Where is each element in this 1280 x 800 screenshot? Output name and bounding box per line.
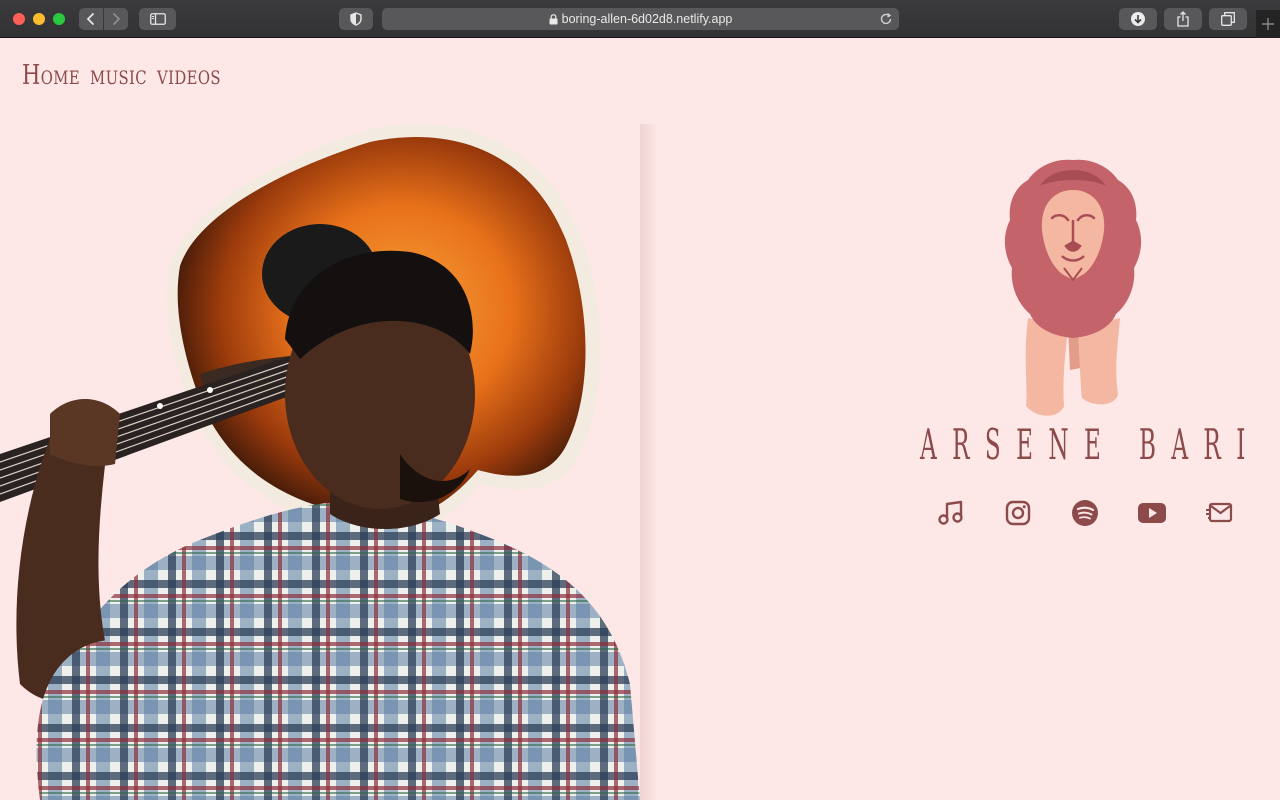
shield-icon	[350, 12, 362, 26]
instagram-link[interactable]	[1003, 498, 1033, 528]
tab-overview-button[interactable]	[1209, 8, 1247, 30]
artist-name: ARSENE BARI	[920, 420, 1261, 469]
lion-logo	[1004, 159, 1142, 416]
address-bar[interactable]: boring-allen-6d02d8.netlify.app	[382, 8, 899, 30]
main-nav: Home music videos	[22, 60, 239, 91]
youtube-icon	[1138, 503, 1166, 523]
forward-button[interactable]	[104, 8, 128, 30]
forward-icon	[113, 13, 121, 25]
privacy-report-button[interactable]	[339, 8, 373, 30]
sidebar-button[interactable]	[139, 8, 176, 30]
minimize-window-button[interactable]	[33, 13, 45, 25]
back-icon	[86, 13, 94, 25]
youtube-link[interactable]	[1137, 498, 1167, 528]
share-icon	[1177, 11, 1189, 27]
tabs-icon	[1221, 12, 1235, 26]
spotify-link[interactable]	[1070, 498, 1100, 528]
new-tab-button[interactable]	[1256, 10, 1280, 38]
spotify-icon	[1072, 500, 1098, 526]
social-links	[936, 498, 1234, 528]
url-text: boring-allen-6d02d8.netlify.app	[561, 12, 733, 26]
nav-music-link[interactable]: music	[90, 60, 147, 91]
share-button[interactable]	[1164, 8, 1202, 30]
nav-home-link[interactable]: Home	[22, 60, 80, 91]
sidebar-icon	[149, 13, 166, 25]
webpage: Home music videos ARSENE BARI	[0, 38, 1280, 800]
music-note-icon	[938, 500, 963, 525]
back-button[interactable]	[79, 8, 103, 30]
lock-icon	[549, 13, 558, 24]
browser-toolbar: boring-allen-6d02d8.netlify.app	[0, 0, 1280, 38]
nav-videos-link[interactable]: videos	[157, 60, 221, 91]
artist-photo	[0, 124, 640, 800]
download-icon	[1131, 12, 1145, 26]
mail-icon	[1206, 502, 1233, 523]
close-window-button[interactable]	[13, 13, 25, 25]
downloads-button[interactable]	[1119, 8, 1157, 30]
plus-icon	[1262, 18, 1274, 30]
hero-divider	[640, 124, 658, 800]
email-link[interactable]	[1204, 498, 1234, 528]
music-link[interactable]	[936, 498, 966, 528]
reload-icon[interactable]	[879, 12, 893, 26]
zoom-window-button[interactable]	[53, 13, 65, 25]
instagram-icon	[1005, 500, 1031, 526]
